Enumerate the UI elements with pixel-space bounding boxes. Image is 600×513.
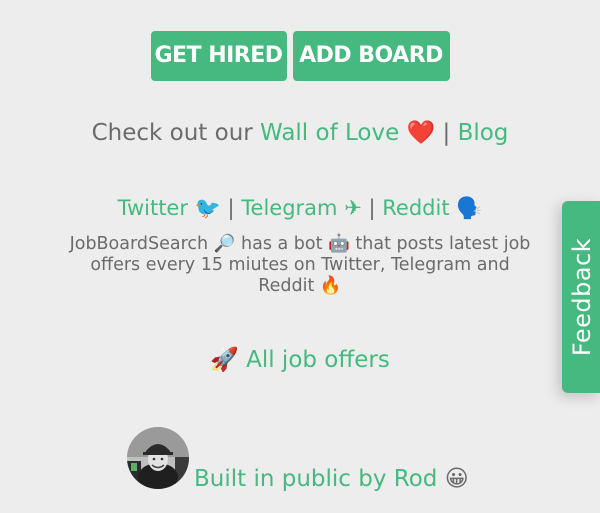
airplane-icon: ✈ <box>344 196 362 220</box>
all-job-offers-line: 🚀 All job offers <box>0 343 600 377</box>
heart-icon: ❤️ <box>406 120 436 146</box>
built-in-public-line: Built in public by Rod 😀 <box>194 462 469 496</box>
grinning-face-icon: 😀 <box>444 466 469 492</box>
avatar[interactable] <box>127 427 189 489</box>
speaking-head-icon: 🗣️ <box>456 196 483 220</box>
separator: | <box>442 120 451 146</box>
reddit-label: Reddit <box>382 196 450 220</box>
wall-prefix-text: Check out our <box>91 120 253 146</box>
add-board-button[interactable]: ADD BOARD <box>292 31 450 81</box>
blog-link[interactable]: Blog <box>458 120 509 146</box>
avatar-photo <box>127 427 189 489</box>
telegram-label: Telegram <box>241 196 338 220</box>
feedback-tab[interactable]: Feedback <box>562 201 600 393</box>
bot-description: JobBoardSearch 🔎 has a bot 🤖 that posts … <box>28 234 572 297</box>
feedback-label: Feedback <box>568 237 596 357</box>
separator: | <box>368 196 376 220</box>
wall-of-love-line: Check out our Wall of Love ❤️ | Blog <box>0 116 600 150</box>
reddit-link[interactable]: Reddit 🗣️ <box>382 196 482 220</box>
bot-description-line-1: JobBoardSearch 🔎 has a bot 🤖 that posts … <box>69 234 531 254</box>
separator: | <box>227 196 235 220</box>
telegram-link[interactable]: Telegram ✈ <box>241 196 368 220</box>
get-hired-button[interactable]: GET HIRED <box>150 31 287 81</box>
built-in-public-link[interactable]: Built in public by Rod <box>194 466 437 492</box>
all-job-offers-link[interactable]: All job offers <box>246 347 390 373</box>
twitter-link[interactable]: Twitter 🐦 <box>118 196 228 220</box>
social-links: Twitter 🐦 | Telegram ✈ | Reddit 🗣️ <box>0 193 600 223</box>
bot-description-line-2: offers every 15 miutes on Twitter, Teleg… <box>90 255 510 275</box>
wall-of-love-link[interactable]: Wall of Love <box>260 120 399 146</box>
bird-icon: 🐦 <box>194 196 221 220</box>
twitter-label: Twitter <box>117 196 188 220</box>
bot-description-line-3: Reddit 🔥 <box>258 276 342 296</box>
header-buttons: GET HIRED ADD BOARD <box>0 31 600 81</box>
rocket-icon: 🚀 <box>210 347 239 373</box>
